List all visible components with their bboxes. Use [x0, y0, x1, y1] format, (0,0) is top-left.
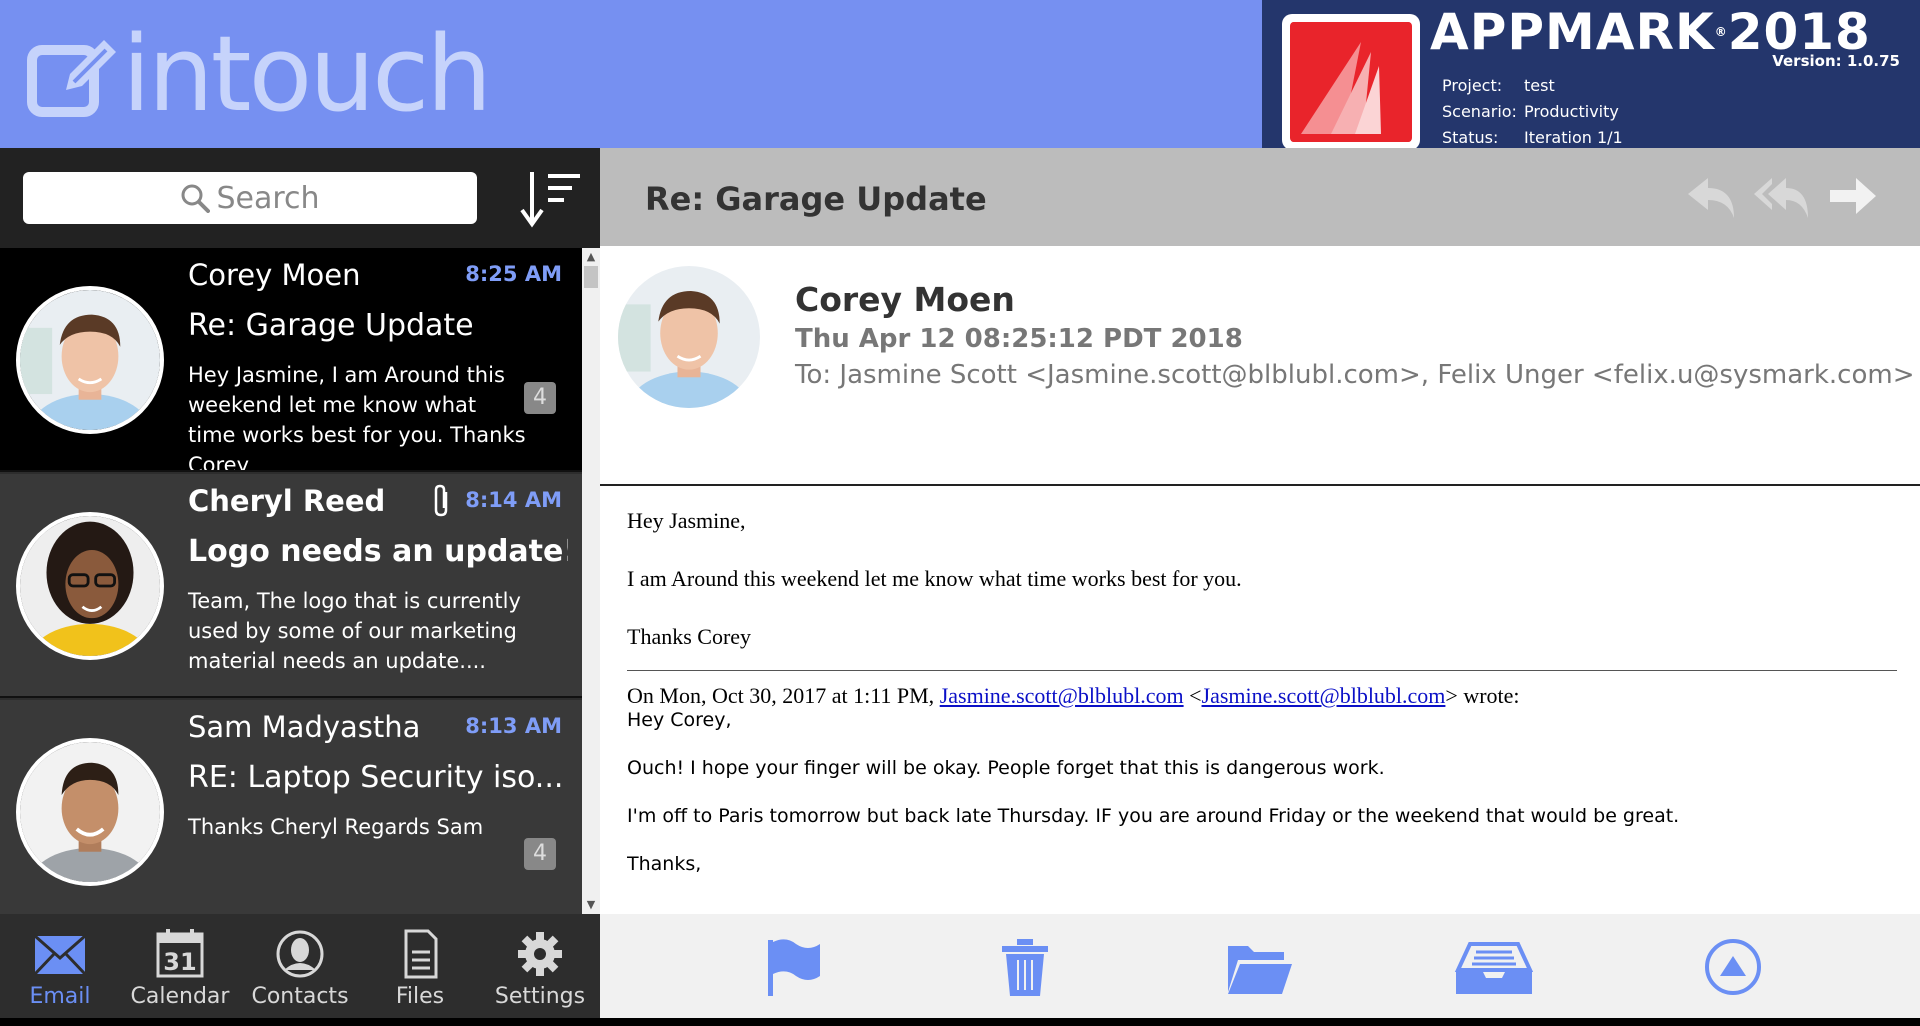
app-logo: intouch [26, 13, 492, 135]
quote-header: On Mon, Oct 30, 2017 at 1:11 PM, Jasmine… [627, 683, 1520, 708]
message-item-sam-madyastha[interactable]: Sam Madyastha 8:13 AM RE: Laptop Securit… [0, 700, 582, 924]
nav-settings-label: Settings [494, 984, 586, 1009]
calendar-icon: 31 [156, 929, 204, 978]
message-item-corey-moen[interactable]: Corey Moen 8:25 AM Re: Garage Update Hey… [0, 248, 582, 472]
message-sender: Corey Moen [188, 258, 361, 292]
quote-greeting: Hey Corey, [627, 709, 732, 731]
search-placeholder: Search [216, 180, 320, 216]
appmark-status-row: Status: Iteration 1/1 [1442, 128, 1623, 147]
attachment-icon [434, 484, 448, 517]
trash-icon[interactable] [990, 936, 1060, 998]
envelope-icon [33, 934, 87, 976]
reply-icon[interactable] [1682, 166, 1742, 226]
nav-files[interactable]: Files [360, 914, 480, 1018]
archive-tray-icon[interactable] [1454, 936, 1534, 998]
appmark-version: Version: 1.0.75 [1772, 52, 1900, 70]
message-time: 8:14 AM [465, 488, 562, 512]
person-avatar-icon [20, 742, 160, 882]
message-time: 8:13 AM [465, 714, 562, 738]
appmark-logo-icon [1282, 14, 1420, 150]
search-input[interactable]: Search [23, 172, 477, 224]
appmark-emblem-icon [1290, 22, 1412, 142]
body-signoff: Thanks Corey [627, 624, 752, 649]
contact-icon [276, 930, 324, 978]
reader-toolbar [600, 914, 1920, 1018]
reader-date: Thu Apr 12 08:25:12 PDT 2018 [795, 324, 1243, 354]
message-subject: RE: Laptop Security iso... [188, 760, 564, 795]
thread-count-badge: 4 [524, 382, 556, 414]
avatar [16, 286, 164, 434]
app-name: intouch [122, 13, 492, 135]
body-line: I am Around this weekend let me know wha… [627, 566, 1242, 591]
message-list-pane: Search Corey Moen 8:25 AM Re: Garage Upd… [0, 148, 600, 924]
nav-email[interactable]: Email [0, 914, 120, 1018]
folder-icon[interactable] [1224, 936, 1294, 998]
quote-line: Ouch! I hope your finger will be okay. P… [627, 757, 1385, 779]
quote-email-link[interactable]: Jasmine.scott@blblubl.com [1202, 683, 1446, 708]
avatar [16, 512, 164, 660]
reader-subject: Re: Garage Update [645, 180, 987, 218]
thread-count-badge: 4 [524, 838, 556, 870]
person-avatar-icon [20, 290, 160, 430]
message-subject: Logo needs an update! [188, 534, 568, 569]
reader-subject-bar: Re: Garage Update [600, 148, 1920, 246]
appmark-scenario-row: Scenario: Productivity [1442, 102, 1619, 121]
sort-icon[interactable] [518, 168, 584, 230]
nav-calendar-label: Calendar [130, 984, 230, 1009]
nav-contacts[interactable]: Contacts [240, 914, 360, 1018]
quote-email-link[interactable]: Jasmine.scott@blblubl.com [940, 683, 1184, 708]
message-reader: Re: Garage Update Corey Moen Thu Apr 12 [600, 148, 1920, 1018]
search-bar: Search [0, 148, 600, 248]
sender-avatar [618, 266, 760, 408]
message-sender: Sam Madyastha [188, 710, 421, 744]
reader-recipients: To: Jasmine Scott <Jasmine.scott@blblubl… [795, 360, 1915, 390]
reader-sender-name: Corey Moen [795, 280, 1015, 319]
person-avatar-icon [618, 266, 760, 408]
nav-calendar[interactable]: 31 Calendar [120, 914, 240, 1018]
nav-email-label: Email [29, 984, 91, 1009]
body-greeting: Hey Jasmine, [627, 508, 746, 533]
nav-contacts-label: Contacts [251, 984, 349, 1009]
flag-icon[interactable] [756, 936, 826, 998]
reply-all-icon[interactable] [1752, 166, 1812, 226]
search-icon [181, 184, 211, 213]
message-item-cheryl-reed[interactable]: Cheryl Reed 8:14 AM Logo needs an update… [0, 474, 582, 698]
scroll-up-icon[interactable]: ▲ [582, 248, 600, 266]
message-time: 8:25 AM [465, 262, 562, 286]
compose-logo-icon [27, 40, 116, 117]
scroll-down-icon[interactable]: ▼ [582, 896, 600, 914]
message-list: Corey Moen 8:25 AM Re: Garage Update Hey… [0, 248, 600, 924]
person-avatar-icon [20, 516, 160, 656]
svg-text:31: 31 [163, 948, 196, 976]
appmark-project-row: Project: test [1442, 76, 1555, 95]
scroll-thumb[interactable] [584, 266, 598, 288]
quote-line: I'm off to Paris tomorrow but back late … [627, 805, 1680, 827]
file-icon [404, 929, 438, 979]
quote-divider [627, 670, 1897, 671]
avatar [16, 738, 164, 886]
reader-header: Corey Moen Thu Apr 12 08:25:12 PDT 2018 … [600, 246, 1920, 486]
message-sender: Cheryl Reed [188, 484, 386, 518]
gear-icon [518, 932, 562, 976]
scroll-top-icon[interactable] [1698, 936, 1768, 998]
message-preview: Team, The logo that is currently used by… [188, 589, 521, 673]
message-list-scrollbar[interactable]: ▲ ▼ [582, 248, 600, 914]
message-subject: Re: Garage Update [188, 308, 474, 343]
nav-files-label: Files [395, 984, 445, 1009]
bottom-nav: Email 31 Calendar Contacts Files Setting… [0, 914, 600, 1018]
app-header: intouch APPMARK®2018 Version: 1.0.75 Pro… [0, 0, 1920, 192]
message-preview: Thanks Cheryl Regards Sam [188, 815, 484, 839]
window-bottom-edge [0, 1018, 1920, 1026]
forward-icon[interactable] [1822, 166, 1882, 226]
message-preview: Hey Jasmine, I am Around this weekend le… [188, 363, 526, 472]
reader-body: Hey Jasmine, I am Around this weekend le… [627, 508, 1897, 908]
nav-settings[interactable]: Settings [480, 914, 600, 1018]
quote-line: Thanks, [627, 853, 702, 875]
